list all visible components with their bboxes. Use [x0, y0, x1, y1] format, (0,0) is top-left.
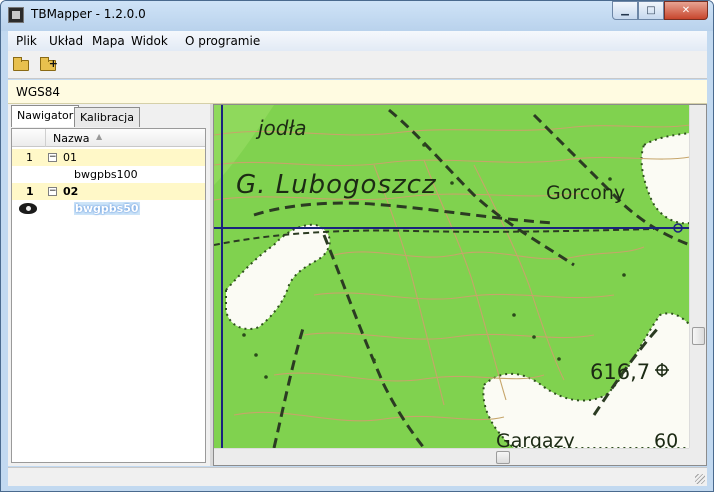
window-title: TBMapper - 1.2.0.0: [31, 7, 146, 21]
navigator-panel: Nawigator Kalibracja Nazwa ▲ 1 − 01 bwgp…: [8, 104, 210, 466]
layer-label: bwgpbs100: [74, 168, 138, 181]
menu-mapa[interactable]: Mapa: [92, 34, 125, 48]
window-controls: ▁ □ ✕: [612, 1, 708, 21]
tab-nawigator[interactable]: Nawigator: [11, 105, 80, 127]
column-separator: [45, 129, 46, 147]
scroll-corner: [689, 448, 706, 465]
sort-ascending-icon: ▲: [96, 132, 103, 141]
add-map-button[interactable]: +: [38, 55, 60, 75]
horizontal-scroll-thumb[interactable]: [496, 451, 510, 464]
tree-group-row[interactable]: 1 − 01: [12, 149, 205, 166]
label-gorcony: Gorcony: [546, 182, 625, 204]
layer-tree[interactable]: Nazwa ▲ 1 − 01 bwgpbs100 1 − 02 bwgpbs50: [11, 128, 206, 463]
label-lubogoszcz: G. Lubogoszcz: [236, 170, 437, 200]
add-folder-icon: +: [40, 57, 58, 71]
minimize-button[interactable]: ▁: [612, 1, 638, 20]
horizontal-scrollbar[interactable]: [214, 448, 690, 465]
collapse-icon[interactable]: −: [48, 187, 57, 196]
app-icon: [8, 7, 24, 23]
coordinate-system-bar: WGS84: [8, 80, 707, 104]
coordinate-system-label: WGS84: [16, 85, 61, 99]
open-folder-icon: [13, 57, 29, 71]
title-bar[interactable]: TBMapper - 1.2.0.0 ▁ □ ✕: [1, 1, 713, 31]
menu-widok[interactable]: Widok: [131, 34, 168, 48]
label-gargazy: Gargazy: [496, 430, 575, 448]
column-header-nazwa[interactable]: Nazwa: [53, 132, 89, 145]
toolbar: +: [8, 51, 707, 79]
topographic-map[interactable]: jodła G. Lubogoszcz Gorcony 616,7 Gargaz…: [214, 105, 690, 448]
collapse-icon[interactable]: −: [48, 153, 57, 162]
map-view[interactable]: jodła G. Lubogoszcz Gorcony 616,7 Gargaz…: [213, 104, 707, 466]
menu-plik[interactable]: Plik: [16, 34, 37, 48]
resize-grip-icon[interactable]: [695, 474, 705, 484]
group-label: 02: [63, 185, 79, 198]
visibility-eye-icon[interactable]: [19, 203, 37, 214]
open-button[interactable]: [11, 55, 33, 75]
label-elevation-partial: 60: [654, 430, 678, 448]
vertical-scroll-thumb[interactable]: [692, 327, 705, 345]
close-button[interactable]: ✕: [664, 1, 708, 20]
tree-header: Nazwa ▲: [12, 129, 205, 147]
menu-uklad[interactable]: Układ: [49, 34, 83, 48]
menu-bar: Plik Układ Mapa Widok O programie: [8, 31, 707, 51]
group-label: 01: [63, 151, 77, 164]
label-jodla: jodła: [255, 116, 307, 140]
menu-o-programie[interactable]: O programie: [185, 34, 260, 48]
tree-group-row[interactable]: 1 − 02: [12, 183, 205, 200]
tree-layer-row[interactable]: bwgpbs100: [12, 166, 205, 183]
layer-label-selected: bwgpbs50: [74, 202, 140, 215]
tab-kalibracja[interactable]: Kalibracja: [74, 107, 140, 127]
group-number: 1: [26, 185, 34, 198]
tree-layer-row-selected[interactable]: bwgpbs50: [12, 200, 205, 217]
label-elevation: 616,7: [590, 360, 650, 384]
status-bar: [8, 467, 707, 486]
app-window: TBMapper - 1.2.0.0 ▁ □ ✕ Plik Układ Mapa…: [0, 0, 714, 492]
group-number: 1: [26, 151, 33, 164]
maximize-button[interactable]: □: [638, 1, 664, 20]
vertical-scrollbar[interactable]: [689, 105, 706, 448]
